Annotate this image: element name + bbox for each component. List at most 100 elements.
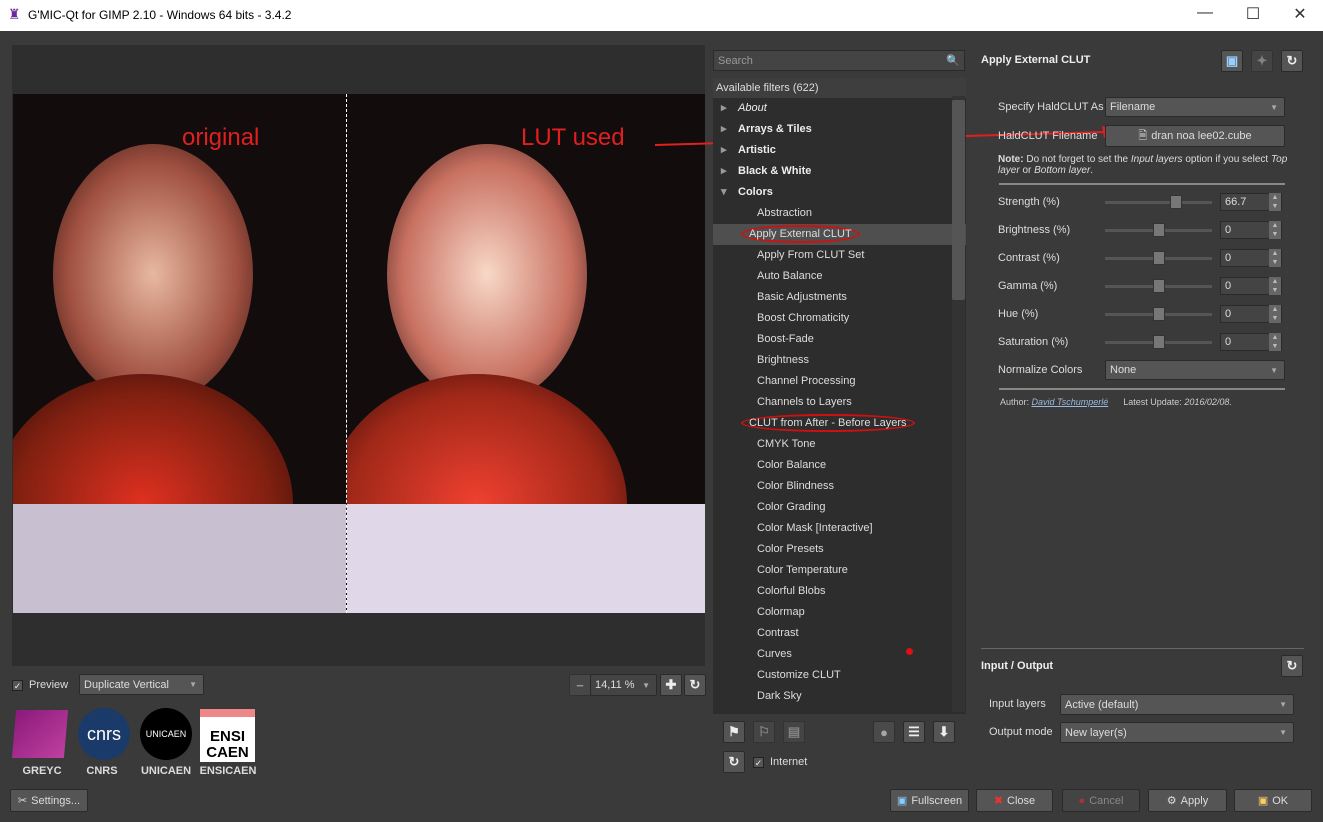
- filter-category[interactable]: Black & White: [713, 161, 966, 182]
- slider-handle[interactable]: [1152, 334, 1165, 349]
- param-spinbox[interactable]: 0 ▲ ▼: [1220, 305, 1282, 323]
- ok-icon: ▣: [1257, 795, 1269, 807]
- filter-item[interactable]: Boost-Fade: [713, 329, 966, 350]
- expand-collapse-icon[interactable]: ⬇: [933, 721, 955, 743]
- preview-mode-select[interactable]: Duplicate Vertical ▼: [79, 674, 204, 695]
- param-spinbox[interactable]: 0 ▲ ▼: [1220, 277, 1282, 295]
- param-spinbox[interactable]: 0 ▲ ▼: [1220, 249, 1282, 267]
- zoom-out-button[interactable]: −: [569, 674, 591, 696]
- filter-item[interactable]: CMYK Tone: [713, 434, 966, 455]
- random-params-icon[interactable]: ✦: [1251, 50, 1273, 72]
- filter-item[interactable]: Colorful Blobs: [713, 581, 966, 602]
- filter-item[interactable]: Color Presets: [713, 539, 966, 560]
- reset-io-icon[interactable]: ↻: [1281, 655, 1303, 677]
- filter-item[interactable]: Color Grading: [713, 497, 966, 518]
- fullscreen-button[interactable]: ▣ Fullscreen: [890, 789, 969, 812]
- visibility-list-icon[interactable]: ☰: [903, 721, 925, 743]
- spin-arrows-icon[interactable]: ▲ ▼: [1269, 333, 1281, 351]
- split-divider[interactable]: [346, 94, 347, 613]
- input-layers-select[interactable]: Active (default) ▼: [1060, 694, 1294, 715]
- filter-item[interactable]: CLUT from After - Before Layers: [713, 413, 966, 434]
- slider-handle[interactable]: [1152, 250, 1165, 265]
- output-mode-select[interactable]: New layer(s) ▼: [1060, 722, 1294, 743]
- remove-favorite-icon[interactable]: ⚐: [753, 721, 775, 743]
- param-label: Strength (%): [998, 196, 1060, 208]
- zoom-select[interactable]: 14,11 % ▼: [590, 674, 657, 696]
- filter-item[interactable]: Apply From CLUT Set: [713, 245, 966, 266]
- normalize-select[interactable]: None ▼: [1105, 360, 1285, 380]
- reset-params-icon[interactable]: ↻: [1281, 50, 1303, 72]
- minimize-button[interactable]: —: [1190, 4, 1220, 22]
- filter-item[interactable]: Curves: [713, 644, 966, 665]
- author-link[interactable]: David Tschumperlé: [1032, 397, 1109, 407]
- param-slider[interactable]: [1105, 194, 1212, 209]
- filter-scrollbar[interactable]: [952, 96, 965, 712]
- param-slider[interactable]: [1105, 306, 1212, 321]
- filter-item[interactable]: Color Temperature: [713, 560, 966, 581]
- close-window-button[interactable]: ✕: [1285, 4, 1315, 24]
- filter-category[interactable]: Colors: [713, 182, 966, 203]
- slider-handle[interactable]: [1152, 278, 1165, 293]
- spin-arrows-icon[interactable]: ▲ ▼: [1269, 277, 1281, 295]
- internet-checkbox[interactable]: ✓: [753, 756, 764, 768]
- refresh-preview-icon[interactable]: ↻: [684, 674, 706, 696]
- cancel-button[interactable]: ● Cancel: [1062, 789, 1140, 812]
- filter-item[interactable]: Color Balance: [713, 455, 966, 476]
- normalize-label: Normalize Colors: [998, 364, 1083, 376]
- slider-handle[interactable]: [1170, 194, 1183, 209]
- filter-item[interactable]: Brightness: [713, 350, 966, 371]
- close-button[interactable]: ✖ Close: [976, 789, 1053, 812]
- param-slider[interactable]: [1105, 250, 1212, 265]
- param-slider[interactable]: [1105, 222, 1212, 237]
- filter-item[interactable]: Boost Chromaticity: [713, 308, 966, 329]
- specify-value: Filename: [1110, 101, 1156, 113]
- maximize-button[interactable]: ☐: [1238, 4, 1268, 24]
- filter-item[interactable]: Contrast: [713, 623, 966, 644]
- copy-to-clipboard-icon[interactable]: ▣: [1221, 50, 1243, 72]
- specify-select[interactable]: Filename ▼: [1105, 97, 1285, 117]
- filter-item[interactable]: Customize CLUT: [713, 665, 966, 686]
- filters-header: Available filters (622): [713, 78, 966, 98]
- filter-item[interactable]: Colormap: [713, 602, 966, 623]
- unicaen-logo: UNICAEN: [140, 708, 192, 760]
- apply-button[interactable]: ⚙ Apply: [1148, 789, 1227, 812]
- filter-item[interactable]: Auto Balance: [713, 266, 966, 287]
- param-spinbox[interactable]: 0 ▲ ▼: [1220, 221, 1282, 239]
- splitter[interactable]: [981, 648, 1304, 649]
- slider-handle[interactable]: [1152, 306, 1165, 321]
- filter-item[interactable]: Color Mask [Interactive]: [713, 518, 966, 539]
- search-input[interactable]: Search 🔍: [713, 50, 965, 71]
- filter-item[interactable]: Channels to Layers: [713, 392, 966, 413]
- ok-button[interactable]: ▣ OK: [1234, 789, 1312, 812]
- title-bar: ♜ G'MIC-Qt for GIMP 2.10 - Windows 64 bi…: [0, 0, 1323, 31]
- settings-button[interactable]: ✂ Settings...: [10, 789, 88, 812]
- param-spinbox[interactable]: 0 ▲ ▼: [1220, 333, 1282, 351]
- filter-item[interactable]: Abstraction: [713, 203, 966, 224]
- filter-item[interactable]: Channel Processing: [713, 371, 966, 392]
- param-spinbox[interactable]: 66.7 ▲ ▼: [1220, 193, 1282, 211]
- preview-label: Preview: [29, 679, 69, 691]
- rename-favorite-icon[interactable]: ▤: [783, 721, 805, 743]
- add-favorite-icon[interactable]: ⚑: [723, 721, 745, 743]
- spin-arrows-icon[interactable]: ▲ ▼: [1269, 193, 1281, 211]
- spin-arrows-icon[interactable]: ▲ ▼: [1269, 305, 1281, 323]
- filter-item[interactable]: Color Blindness: [713, 476, 966, 497]
- preview-checkbox[interactable]: ✓: [12, 679, 23, 691]
- filter-category[interactable]: Artistic: [713, 140, 966, 161]
- filename-button[interactable]: 🗎 dran noa lee02.cube: [1105, 125, 1285, 147]
- slider-handle[interactable]: [1152, 222, 1165, 237]
- color-wheel-icon[interactable]: ●: [873, 721, 895, 743]
- filter-category[interactable]: Arrays & Tiles: [713, 119, 966, 140]
- filter-item[interactable]: Basic Adjustments: [713, 287, 966, 308]
- param-slider[interactable]: [1105, 334, 1212, 349]
- filter-category[interactable]: About: [713, 98, 966, 119]
- param-slider[interactable]: [1105, 278, 1212, 293]
- filter-tree[interactable]: Available filters (622) AboutArrays & Ti…: [713, 78, 966, 714]
- note-text: Note: Do not forget to set the Input lay…: [998, 154, 1288, 176]
- filter-item[interactable]: Dark Sky: [713, 686, 966, 707]
- filter-item[interactable]: Apply External CLUT: [713, 224, 966, 245]
- update-filters-icon[interactable]: ↻: [723, 751, 745, 773]
- zoom-in-icon[interactable]: ✚: [660, 674, 682, 696]
- spin-arrows-icon[interactable]: ▲ ▼: [1269, 221, 1281, 239]
- spin-arrows-icon[interactable]: ▲ ▼: [1269, 249, 1281, 267]
